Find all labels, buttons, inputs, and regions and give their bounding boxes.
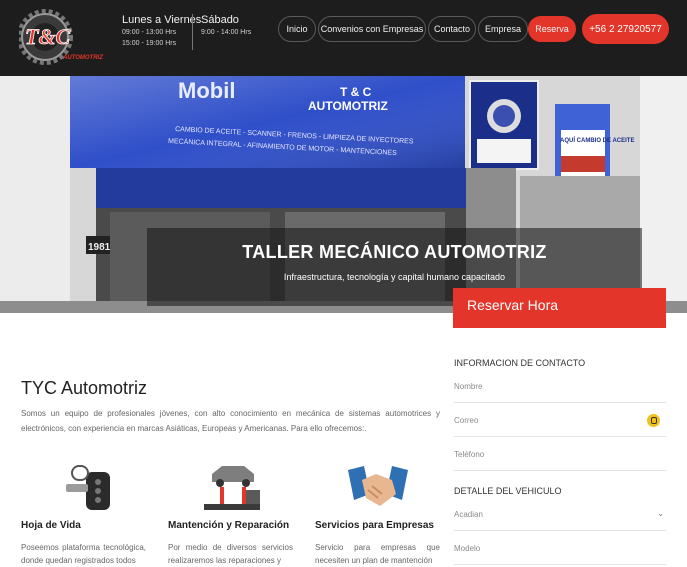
nav-inicio[interactable]: Inicio <box>278 16 316 42</box>
svg-text:AQUÍ CAMBIO DE ACEITE: AQUÍ CAMBIO DE ACEITE <box>560 136 634 144</box>
saturday-hours: Sábado 9:00 - 14:00 Hrs <box>201 14 251 38</box>
service-title-empresas: Servicios para Empresas <box>315 520 434 531</box>
service-text-mantencion: Por medio de diversos servicios realizar… <box>168 543 293 565</box>
chevron-down-icon: ⌄ <box>657 509 664 518</box>
weekday-title: Lunes a Viernes <box>122 14 202 26</box>
svg-text:AUTOMOTRIZ: AUTOMOTRIZ <box>308 99 388 113</box>
contact-section-label: INFORMACION DE CONTACTO <box>454 358 586 368</box>
nav-reserva[interactable]: Reserva <box>528 16 576 42</box>
email-field[interactable]: Correo <box>454 405 666 437</box>
hours-divider <box>192 14 193 50</box>
svg-text:AUTOMOTRIZ: AUTOMOTRIZ <box>62 55 103 61</box>
brand-selected-value: Acadian <box>454 510 483 519</box>
nav-convenios[interactable]: Convenios con Empresas <box>318 16 426 42</box>
service-text-empresas: Servicio para empresas que necesiten un … <box>315 543 440 565</box>
nav-contacto[interactable]: Contacto <box>428 16 476 42</box>
hero-subtitle: Infraestructura, tecnología y capital hu… <box>283 272 506 282</box>
vehicle-section-label: DETALLE DEL VEHICULO <box>454 486 562 496</box>
model-field[interactable]: Modelo <box>454 533 666 565</box>
tc-automotriz-logo[interactable]: T&C AUTOMOTRIZ <box>19 6 107 68</box>
service-text-hoja-de-vida: Poseemos plataforma tecnológica, donde q… <box>21 543 146 565</box>
email-placeholder: Correo <box>454 416 479 425</box>
saturday-time: 9:00 - 14:00 Hrs <box>201 29 252 36</box>
booking-form-title: Reservar Hora <box>453 288 666 328</box>
svg-text:1981: 1981 <box>88 242 111 253</box>
svg-text:T&C: T&C <box>25 24 71 49</box>
intro-paragraph: Somos un equipo de profesionales jóvenes… <box>21 409 440 433</box>
service-title-hoja-de-vida: Hoja de Vida <box>21 520 81 531</box>
saturday-title: Sábado <box>201 14 239 26</box>
nav-empresa[interactable]: Empresa <box>478 16 528 42</box>
weekday-afternoon: 15:00 - 19:00 Hrs <box>122 40 177 47</box>
hero-title: TALLER MECÁNICO AUTOMOTRIZ <box>242 242 547 262</box>
phone-button[interactable]: +56 2 27920577 <box>582 14 669 44</box>
password-manager-icon[interactable] <box>647 414 660 427</box>
booking-form: Reservar Hora INFORMACION DE CONTACTO No… <box>453 288 666 565</box>
name-field[interactable]: Nombre <box>454 371 666 403</box>
car-lift-icon <box>204 466 260 510</box>
service-title-mantencion: Mantención y Reparación <box>168 520 290 531</box>
section-title: TYC Automotriz <box>21 378 148 398</box>
car-key-icon <box>66 465 110 510</box>
weekday-morning: 09:00 - 13:00 Hrs <box>122 29 177 36</box>
handshake-icon <box>348 466 408 506</box>
brand-select[interactable]: Acadian ⌄ <box>454 499 666 531</box>
weekday-hours: Lunes a Viernes 09:00 - 13:00 Hrs 15:00 … <box>122 14 201 49</box>
phone-field[interactable]: Teléfono <box>454 439 666 471</box>
svg-text:Mobil: Mobil <box>178 78 235 103</box>
top-header: T&C AUTOMOTRIZ Lunes a Viernes 09:00 - 1… <box>0 0 687 76</box>
svg-text:T & C: T & C <box>340 85 372 99</box>
